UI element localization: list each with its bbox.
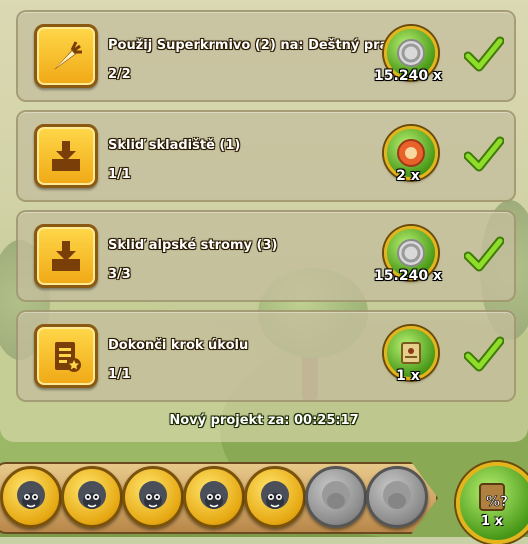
task-card: Skliď skladiště (1) 1/1 2 x (16, 110, 516, 202)
reward-count: 15.240 x (374, 268, 442, 284)
sheep-silhouette-icon (366, 466, 428, 528)
final-reward-count: 1 x (481, 514, 503, 529)
reward-count: 2 x (396, 168, 420, 184)
storage-box-icon (34, 224, 98, 288)
clipboard-star-icon (34, 324, 98, 388)
sheep-head-icon (0, 466, 62, 528)
checkmark-icon (464, 236, 504, 272)
task-card: Dokonči krok úkolu 1/1 1 x (16, 310, 516, 402)
sheep-head-icon (244, 466, 306, 528)
checkmark-icon (464, 336, 504, 372)
checkmark-icon (464, 136, 504, 172)
sheep-head-icon (183, 466, 245, 528)
task-progress: 1/1 (108, 167, 131, 182)
new-project-timer: Nový projekt za: 00:25:17 (169, 413, 359, 428)
task-title: Skliď skladiště (1) (108, 138, 241, 153)
storage-box-icon (34, 124, 98, 188)
task-card: Skliď alpské stromy (3) 3/3 15.240 x (16, 210, 516, 302)
reward-count: 1 x (396, 368, 420, 384)
svg-text:%?: %? (486, 494, 508, 510)
sheep-head-icon (61, 466, 123, 528)
task-title: Skliď alpské stromy (3) (108, 238, 278, 253)
reward-count: 15.240 x (374, 68, 442, 84)
task-progress: 1/1 (108, 367, 131, 382)
task-card: Použij Superkrmivo (2) na: Deštný prales… (16, 10, 516, 102)
sheep-head-icon (122, 466, 184, 528)
task-title: Dokonči krok úkolu (108, 338, 249, 353)
sheep-silhouette-icon (305, 466, 367, 528)
mystery-box-icon[interactable]: %? (456, 462, 528, 544)
task-progress: 3/3 (108, 267, 131, 282)
task-title: Použij Superkrmivo (2) na: Deštný prales (108, 38, 410, 53)
carrot-icon (34, 24, 98, 88)
task-progress: 2/2 (108, 67, 131, 82)
checkmark-icon (464, 36, 504, 72)
